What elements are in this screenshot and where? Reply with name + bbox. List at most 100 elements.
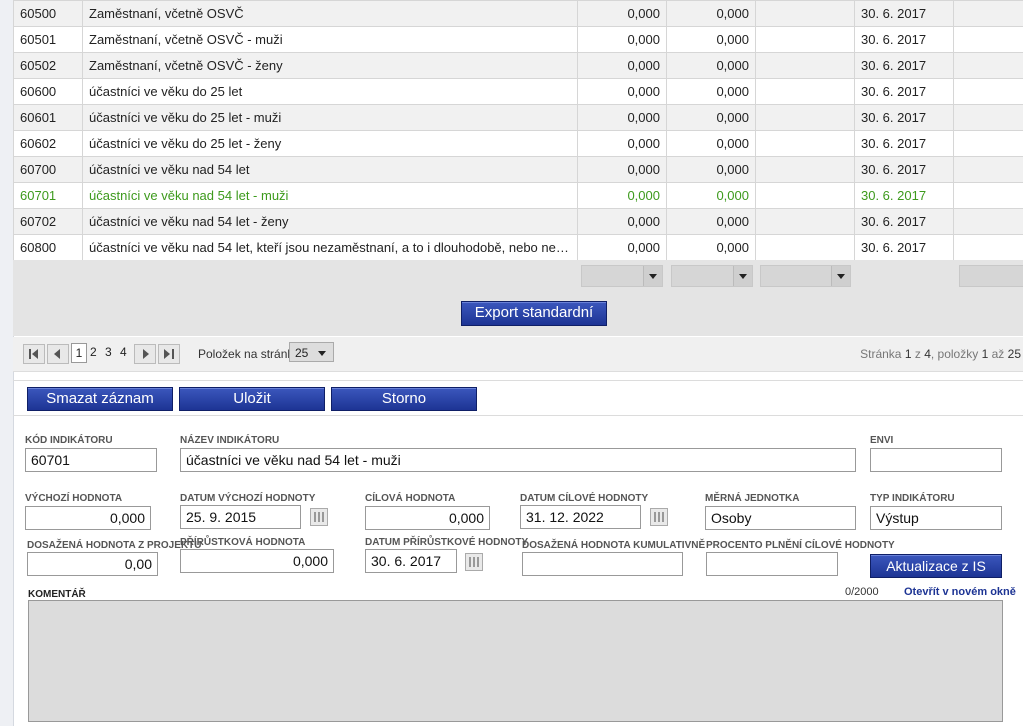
cell-code: 60500 xyxy=(13,0,83,27)
comment-textarea[interactable] xyxy=(28,600,1003,722)
name-field[interactable]: účastníci ve věku nad 54 let - muži xyxy=(180,448,856,472)
export-bar: Export standardní xyxy=(13,291,1023,336)
cell-extra xyxy=(953,26,1023,53)
target-date-field[interactable]: 31. 12. 2022 xyxy=(520,505,641,529)
cell-extra xyxy=(953,78,1023,105)
cell-extra xyxy=(953,156,1023,183)
cell-name: účastníci ve věku nad 54 let - ženy xyxy=(82,208,578,235)
achieved-field[interactable]: 0,00 xyxy=(27,552,158,576)
table-row[interactable]: 60702 účastníci ve věku nad 54 let - ženy… xyxy=(13,208,1023,235)
last-page-icon xyxy=(164,349,170,359)
chevron-down-icon[interactable] xyxy=(733,266,752,286)
table-row[interactable]: 60501 Zaměstnaní, včetně OSVČ - muži 0,000… xyxy=(13,26,1023,53)
cell-extra xyxy=(953,182,1023,209)
cell-code: 60701 xyxy=(13,182,83,209)
table-row[interactable]: 60500 Zaměstnaní, včetně OSVČ 0,000 0,000 30… xyxy=(13,0,1023,27)
filter-dropdown-2[interactable] xyxy=(671,265,753,287)
cell-value-2: 0,000 xyxy=(666,52,756,79)
page-1[interactable]: 1 xyxy=(71,343,87,363)
table-row[interactable]: 60800 účastníci ve věku nad 54 let, kteří… xyxy=(13,234,1023,261)
cell-date: 30. 6. 2017 xyxy=(854,182,954,209)
next-page-button[interactable] xyxy=(134,344,156,364)
filter-dropdown-4[interactable] xyxy=(959,265,1023,287)
calendar-icon[interactable] xyxy=(465,553,483,571)
comment-label: KOMENTÁŘ xyxy=(28,589,86,600)
table-row[interactable]: 60700 účastníci ve věku nad 54 let 0,000 0,… xyxy=(13,156,1023,183)
cell-name: účastníci ve věku nad 54 let, kteří jsou… xyxy=(82,234,578,261)
page-3[interactable]: 3 xyxy=(105,345,112,359)
cell-value-2: 0,000 xyxy=(666,156,756,183)
calendar-icon[interactable] xyxy=(650,508,668,526)
cell-value-3 xyxy=(755,182,855,209)
page-2[interactable]: 2 xyxy=(90,345,97,359)
chevron-down-icon[interactable] xyxy=(643,266,662,286)
unit-field[interactable]: Osoby xyxy=(705,506,856,530)
cell-code: 60600 xyxy=(13,78,83,105)
cell-date: 30. 6. 2017 xyxy=(854,156,954,183)
next-page-icon xyxy=(143,349,149,359)
update-from-is-esf-button[interactable]: Aktualizace z IS ESF xyxy=(870,554,1002,596)
base-date-label: DATUM VÝCHOZÍ HODNOTY xyxy=(180,493,316,504)
cell-value-2: 0,000 xyxy=(666,78,756,105)
chevron-down-icon[interactable] xyxy=(831,266,850,286)
filter-dropdown-1[interactable] xyxy=(581,265,663,287)
table-row[interactable]: 60602 účastníci ve věku do 25 let - ženy 0… xyxy=(13,130,1023,157)
cell-name: účastníci ve věku nad 54 let xyxy=(82,156,578,183)
per-page-select[interactable]: 25 xyxy=(289,342,334,362)
prev-page-button[interactable] xyxy=(47,344,69,364)
increment-date-field[interactable]: 30. 6. 2017 xyxy=(365,549,457,573)
increment-date-label: DATUM PŘÍRŮSTKOVÉ HODNOTY xyxy=(365,537,529,548)
export-standard-button[interactable]: Export standardní xyxy=(461,301,607,326)
cell-value-2: 0,000 xyxy=(666,104,756,131)
cell-extra xyxy=(953,130,1023,157)
cell-value-2: 0,000 xyxy=(666,26,756,53)
page-4[interactable]: 4 xyxy=(120,345,127,359)
cell-name: účastníci ve věku do 25 let xyxy=(82,78,578,105)
table-row[interactable]: 60600 účastníci ve věku do 25 let 0,000 0,0… xyxy=(13,78,1023,105)
increment-label: PŘÍRŮSTKOVÁ HODNOTA xyxy=(180,537,306,548)
cell-date: 30. 6. 2017 xyxy=(854,208,954,235)
cell-value-3 xyxy=(755,0,855,27)
target-value-field[interactable]: 0,000 xyxy=(365,506,490,530)
comment-counter: 0/2000 xyxy=(845,586,879,598)
cumulative-field[interactable] xyxy=(522,552,683,576)
cell-extra xyxy=(953,0,1023,27)
cell-code: 60601 xyxy=(13,104,83,131)
cell-value-3 xyxy=(755,234,855,261)
first-page-button[interactable] xyxy=(23,344,45,364)
base-value-field[interactable]: 0,000 xyxy=(25,506,151,530)
cell-value-1: 0,000 xyxy=(577,26,667,53)
cell-code: 60702 xyxy=(13,208,83,235)
cell-value-1: 0,000 xyxy=(577,234,667,261)
open-new-window-link[interactable]: Otevřít v novém okně xyxy=(904,586,1016,598)
save-button[interactable]: Uložit xyxy=(179,387,325,411)
table-row[interactable]: 60502 Zaměstnaní, včetně OSVČ - ženy 0,000… xyxy=(13,52,1023,79)
code-field[interactable]: 60701 xyxy=(25,448,157,472)
base-value-label: VÝCHOZÍ HODNOTA xyxy=(25,493,123,504)
cell-code: 60501 xyxy=(13,26,83,53)
last-page-button[interactable] xyxy=(158,344,180,364)
cell-value-1: 0,000 xyxy=(577,0,667,27)
percent-field[interactable] xyxy=(706,552,838,576)
cell-value-1: 0,000 xyxy=(577,208,667,235)
delete-record-button[interactable]: Smazat záznam xyxy=(27,387,173,411)
envi-field[interactable] xyxy=(870,448,1002,472)
cancel-button[interactable]: Storno xyxy=(331,387,477,411)
cell-name: Zaměstnaní, včetně OSVČ - muži xyxy=(82,26,578,53)
cell-value-2: 0,000 xyxy=(666,0,756,27)
table-row[interactable]: 60601 účastníci ve věku do 25 let - muži 0… xyxy=(13,104,1023,131)
envi-label: ENVI xyxy=(870,435,894,446)
table-row[interactable]: 60701 účastníci ve věku nad 54 let - muži… xyxy=(13,182,1023,209)
cell-name: Zaměstnaní, včetně OSVČ xyxy=(82,0,578,27)
base-date-field[interactable]: 25. 9. 2015 xyxy=(180,505,301,529)
increment-field[interactable]: 0,000 xyxy=(180,549,334,573)
filter-dropdown-3[interactable] xyxy=(760,265,851,287)
cell-date: 30. 6. 2017 xyxy=(854,0,954,27)
calendar-icon[interactable] xyxy=(310,508,328,526)
cell-value-1: 0,000 xyxy=(577,182,667,209)
prev-page-icon xyxy=(54,349,60,359)
type-field[interactable]: Výstup xyxy=(870,506,1002,530)
page-info: Stránka 1 z 4, položky 1 až 25 xyxy=(860,347,1021,361)
percent-label: PROCENTO PLNĚNÍ CÍLOVÉ HODNOTY xyxy=(706,540,895,551)
cumulative-label: DOSAŽENÁ HODNOTA KUMULATIVNĚ xyxy=(522,540,706,551)
